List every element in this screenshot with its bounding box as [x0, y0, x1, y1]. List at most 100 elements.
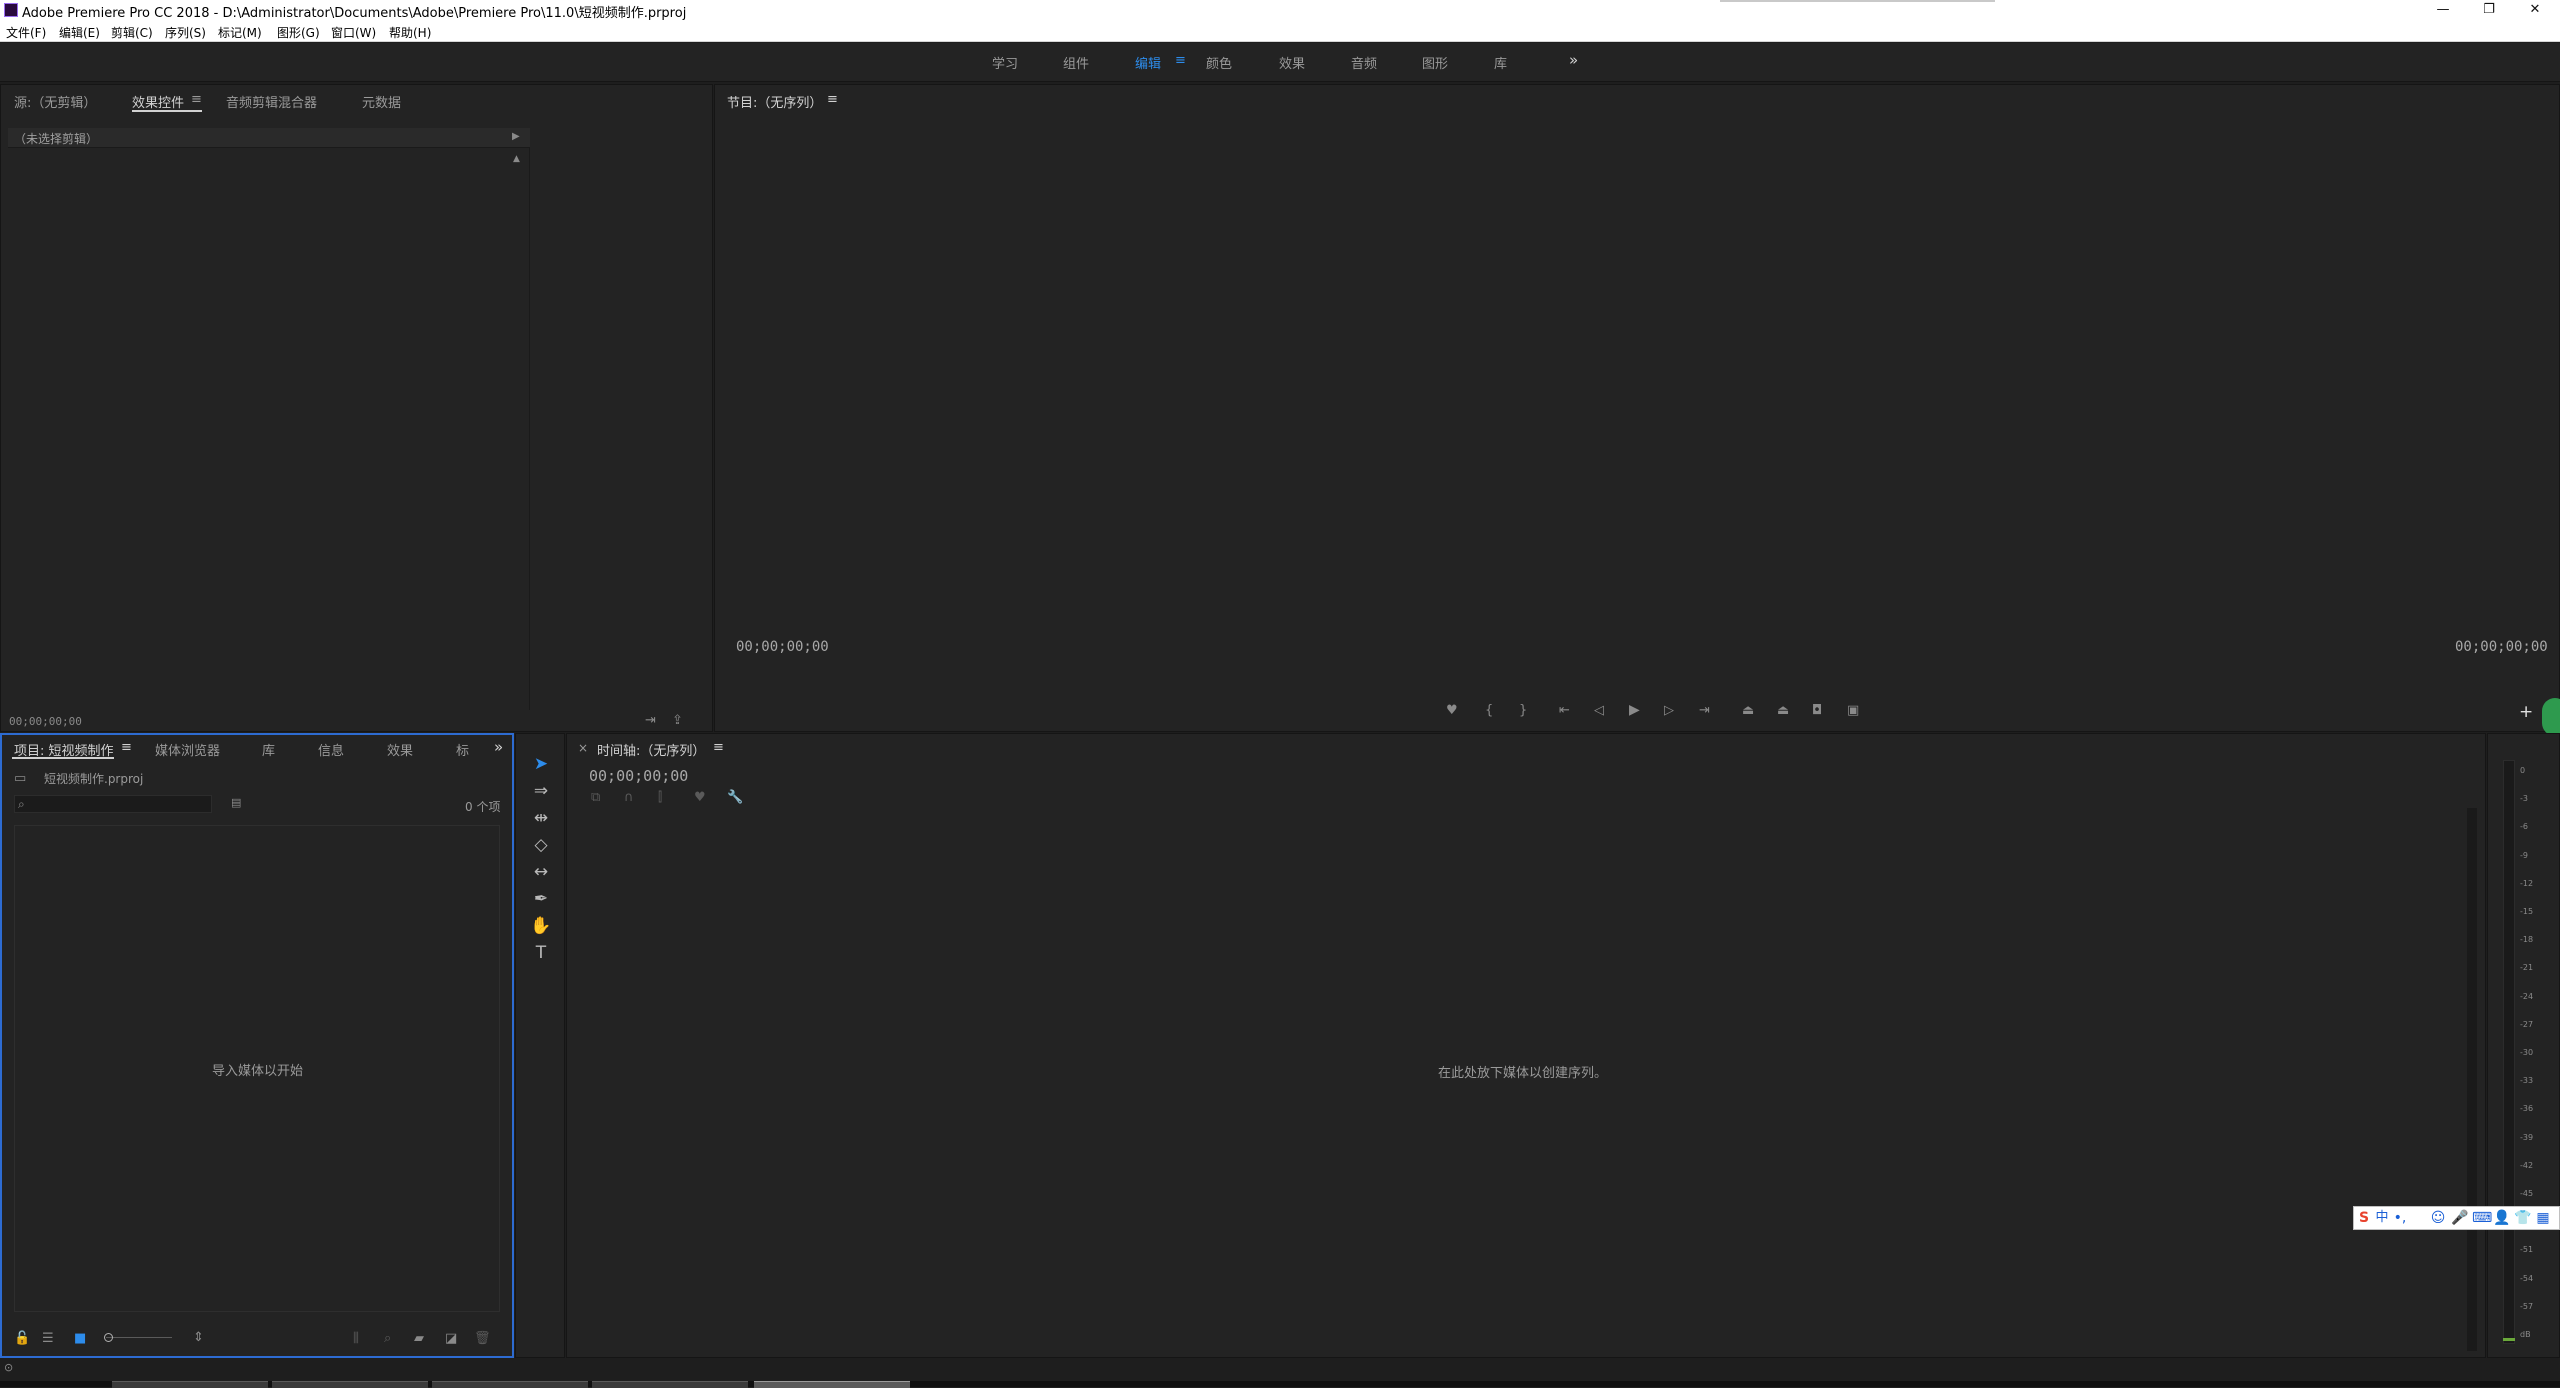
- hand-tool-icon[interactable]: ✋: [526, 915, 556, 937]
- automate-to-sequence-icon[interactable]: ⫼: [353, 1332, 359, 1345]
- comparison-view-icon[interactable]: ▣: [1847, 704, 1859, 717]
- new-bin-icon[interactable]: ▰: [414, 1332, 424, 1345]
- skin-icon[interactable]: 👕: [2514, 1208, 2531, 1228]
- filter-icon[interactable]: ⇥: [645, 714, 656, 727]
- program-timecode-current[interactable]: 00;00;00;00: [736, 639, 829, 655]
- timeline-timecode[interactable]: 00;00;00;00: [589, 767, 688, 785]
- menu-marker[interactable]: 标记(M): [218, 24, 262, 41]
- program-video-area[interactable]: [722, 118, 2548, 618]
- pen-tool-icon[interactable]: ✒: [526, 888, 556, 910]
- step-forward-icon[interactable]: ▷: [1664, 704, 1674, 717]
- tab-libraries[interactable]: 库: [262, 740, 275, 759]
- track-select-tool-icon[interactable]: ⇒: [526, 780, 556, 802]
- project-menu-icon[interactable]: ≡: [121, 740, 132, 755]
- play-icon[interactable]: ▶: [1629, 703, 1640, 717]
- program-timecode-duration: 00;00;00;00: [2455, 639, 2548, 655]
- workspace-overflow-icon[interactable]: »: [1569, 51, 1578, 69]
- menu-window[interactable]: 窗口(W): [331, 24, 376, 41]
- side-widget-badge[interactable]: [2542, 698, 2560, 736]
- tab-effect-controls[interactable]: 效果控件: [132, 92, 184, 111]
- restore-button[interactable]: ❐: [2466, 0, 2512, 20]
- export-icon[interactable]: ⇪: [672, 714, 683, 727]
- timeline-title[interactable]: 时间轴:（无序列）: [597, 740, 705, 759]
- ime-mode-label[interactable]: 中: [2374, 1208, 2390, 1228]
- menu-help[interactable]: 帮助(H): [389, 24, 431, 41]
- icon-view-icon[interactable]: ■: [74, 1332, 86, 1345]
- workspace-effects[interactable]: 效果: [1279, 53, 1305, 72]
- status-indicator-icon[interactable]: ⊙: [4, 1362, 13, 1373]
- tab-info[interactable]: 信息: [318, 740, 344, 759]
- razor-tool-icon[interactable]: ◇: [526, 834, 556, 856]
- tab-audio-clip-mixer[interactable]: 音频剪辑混合器: [226, 92, 317, 111]
- tab-effects[interactable]: 效果: [387, 740, 413, 759]
- tab-source[interactable]: 源:（无剪辑）: [14, 92, 96, 111]
- lift-icon[interactable]: ⏏: [1742, 704, 1754, 717]
- go-to-out-icon[interactable]: ⇥: [1699, 704, 1710, 717]
- workspace-menu-icon[interactable]: ≡: [1175, 53, 1186, 68]
- expand-arrow-icon[interactable]: ▶: [512, 132, 520, 142]
- extract-icon[interactable]: ⏏: [1777, 704, 1789, 717]
- project-overflow-icon[interactable]: »: [494, 738, 503, 756]
- type-tool-icon[interactable]: T: [526, 942, 556, 964]
- toolbox-icon[interactable]: ▦: [2535, 1208, 2551, 1228]
- mark-out-icon[interactable]: }: [1519, 704, 1527, 717]
- timeline-scrollbar[interactable]: [2467, 808, 2477, 1351]
- project-item-count: 0 个项: [465, 800, 501, 814]
- scroll-up-arrow-icon[interactable]: ▲: [513, 155, 520, 164]
- close-button[interactable]: ✕: [2512, 0, 2558, 20]
- sogou-logo-icon[interactable]: S: [2356, 1208, 2372, 1228]
- nest-sequence-icon[interactable]: ⧉: [591, 791, 600, 804]
- slip-tool-icon[interactable]: ↔: [526, 861, 556, 883]
- workspace-graphics[interactable]: 图形: [1422, 53, 1448, 72]
- workspace-learn[interactable]: 学习: [992, 53, 1018, 72]
- meter-scale-label: -12: [2520, 879, 2534, 888]
- go-to-in-icon[interactable]: ⇤: [1559, 704, 1570, 717]
- export-frame-camera-icon[interactable]: ◘: [1812, 704, 1822, 717]
- workspace-audio[interactable]: 音频: [1351, 53, 1377, 72]
- tab-metadata[interactable]: 元数据: [362, 92, 401, 111]
- menu-graphics[interactable]: 图形(G): [277, 24, 320, 41]
- tab-media-browser[interactable]: 媒体浏览器: [155, 740, 220, 759]
- ripple-edit-tool-icon[interactable]: ⇹: [526, 807, 556, 829]
- program-monitor-title[interactable]: 节目:（无序列）: [727, 92, 822, 111]
- mark-in-icon[interactable]: {: [1485, 704, 1493, 717]
- menu-edit[interactable]: 编辑(E): [59, 24, 100, 41]
- add-button-icon[interactable]: +: [2519, 704, 2533, 721]
- project-search-input[interactable]: [14, 795, 212, 813]
- menu-clip[interactable]: 剪辑(C): [111, 24, 153, 41]
- snap-icon[interactable]: ∩: [624, 791, 634, 804]
- new-item-icon[interactable]: ◪: [445, 1332, 457, 1345]
- zoom-slider-handle[interactable]: [104, 1333, 113, 1342]
- workspace-assembly[interactable]: 组件: [1063, 53, 1089, 72]
- workspace-editing[interactable]: 编辑: [1135, 53, 1161, 72]
- step-back-icon[interactable]: ◁: [1594, 704, 1604, 717]
- linked-selection-icon[interactable]: ⫿: [658, 791, 662, 804]
- add-marker-icon[interactable]: ♥: [1446, 704, 1458, 717]
- selection-tool-icon[interactable]: ➤: [526, 753, 556, 775]
- program-menu-icon[interactable]: ≡: [827, 92, 838, 107]
- keyboard-icon[interactable]: ⌨: [2472, 1208, 2492, 1228]
- effect-controls-menu-icon[interactable]: ≡: [191, 92, 202, 107]
- timeline-close-icon[interactable]: ×: [578, 741, 588, 755]
- sort-icon[interactable]: ⇕: [193, 1331, 204, 1344]
- menu-file[interactable]: 文件(F): [6, 24, 46, 41]
- titlebar-overlay-bar: [1720, 0, 1995, 2]
- menu-sequence[interactable]: 序列(S): [165, 24, 206, 41]
- workspace-color[interactable]: 颜色: [1206, 53, 1232, 72]
- punctuation-icon[interactable]: •,: [2392, 1208, 2408, 1228]
- add-marker-timeline-icon[interactable]: ♥: [694, 791, 706, 804]
- trash-icon[interactable]: 🗑: [474, 1332, 491, 1345]
- timeline-settings-wrench-icon[interactable]: 🔧: [727, 791, 743, 804]
- workspace-libraries[interactable]: 库: [1494, 53, 1507, 72]
- timeline-menu-icon[interactable]: ≡: [713, 740, 724, 755]
- voice-icon[interactable]: 🎤: [2451, 1208, 2468, 1228]
- tab-markers[interactable]: 标: [456, 740, 469, 759]
- minimize-button[interactable]: —: [2420, 0, 2466, 20]
- lock-icon[interactable]: 🔓: [14, 1332, 30, 1345]
- user-icon[interactable]: 👤: [2493, 1208, 2510, 1228]
- find-icon[interactable]: ⌕: [384, 1332, 391, 1345]
- emoji-icon[interactable]: ☺: [2430, 1208, 2446, 1228]
- new-bin-from-search-icon[interactable]: ▤: [231, 797, 241, 808]
- zoom-slider-track[interactable]: [106, 1337, 172, 1338]
- list-view-icon[interactable]: ☰: [42, 1332, 54, 1345]
